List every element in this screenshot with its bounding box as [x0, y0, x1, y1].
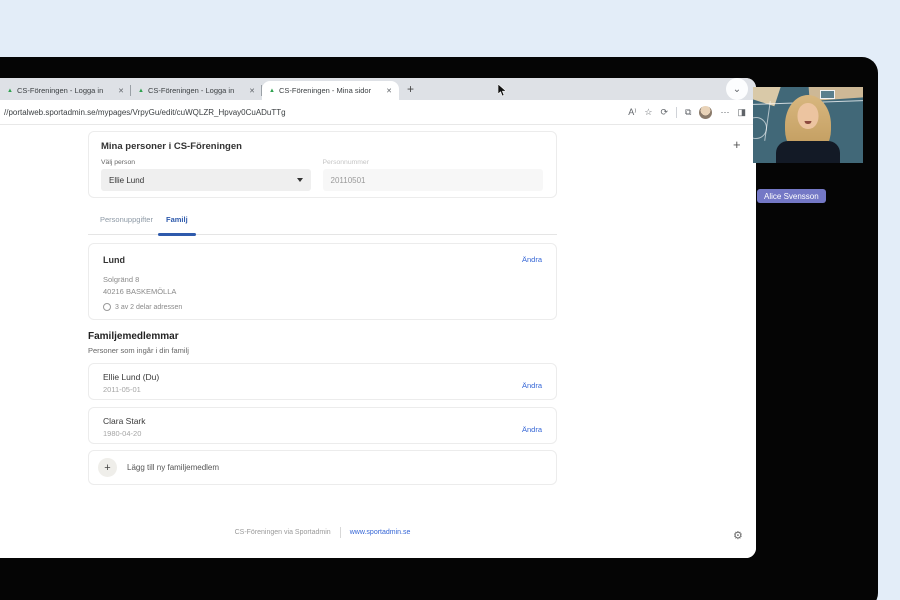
tab-title: CS-Föreningen - Mina sidor	[278, 86, 372, 95]
close-tab-icon[interactable]: ✕	[118, 87, 124, 95]
tab-login-2[interactable]: ▲ CS-Föreningen - Logga in ✕	[131, 81, 262, 100]
member-birthdate: 1980-04-20	[103, 429, 142, 438]
address-postal: 40216 BASKEMÖLLA	[103, 286, 177, 296]
select-person-label: Välj person	[101, 159, 136, 166]
sportadmin-link[interactable]: www.sportadmin.se	[350, 529, 411, 536]
desktop-background: ▲ CS-Föreningen - Logga in ✕ ▲ CS-Föreni…	[0, 0, 900, 600]
sidebar-icon[interactable]: ◨	[737, 107, 746, 117]
tab-familj[interactable]: Familj	[166, 215, 188, 224]
add-family-member-button[interactable]: + Lägg till ny familjemedlem	[88, 450, 557, 485]
shared-browser-window: ▲ CS-Föreningen - Logga in ✕ ▲ CS-Föreni…	[0, 78, 756, 558]
address-street: Solgränd 8	[103, 275, 140, 284]
close-tab-icon[interactable]: ✕	[249, 87, 255, 95]
zoom-in-control[interactable]: +	[733, 137, 741, 152]
sportadmin-favicon-icon: ▲	[7, 87, 13, 94]
shared-address-note: 3 av 2 delar adressen	[115, 303, 183, 311]
personnummer-label: Personnummer	[322, 159, 369, 166]
tab-list-chevron-button[interactable]: ⌄	[726, 78, 748, 100]
page-title: Mina personer i CS-Föreningen	[101, 141, 242, 152]
profile-avatar[interactable]	[699, 105, 713, 119]
tab-login-1[interactable]: ▲ CS-Föreningen - Logga in ✕	[0, 81, 131, 100]
participant-body	[776, 141, 840, 163]
video-call-window: ▲ CS-Föreningen - Logga in ✕ ▲ CS-Föreni…	[0, 57, 878, 600]
section-tabs: Personuppgifter Familj	[88, 215, 557, 236]
person-selector-card: Mina personer i CS-Föreningen Välj perso…	[88, 131, 557, 198]
gear-icon[interactable]: ⚙	[733, 529, 743, 542]
participant-name-tag: Alice Svensson	[757, 189, 826, 203]
edit-member-link[interactable]: Ändra	[522, 425, 542, 434]
tab-mina-sidor[interactable]: ▲ CS-Föreningen - Mina sidor ✕	[262, 81, 399, 100]
edit-address-link[interactable]: Ändra	[522, 255, 542, 265]
add-family-member-label: Lägg till ny familjemedlem	[127, 463, 220, 472]
chevron-down-icon	[297, 178, 303, 182]
sportadmin-favicon-icon: ▲	[269, 87, 275, 94]
browser-toolbar: A⁾ ☆ ⟳ ⧉ ⋯ ◨	[628, 105, 756, 119]
refresh-icon[interactable]: ⟳	[661, 107, 669, 117]
person-select-value: Ellie Lund	[109, 175, 145, 185]
collections-icon[interactable]: ⧉	[685, 107, 691, 117]
page-footer: CS-Föreningen via Sportadmin www.sportad…	[88, 527, 557, 538]
page-content: Mina personer i CS-Föreningen Välj perso…	[0, 125, 756, 558]
shared-address-icon	[103, 303, 111, 312]
browser-address-bar: //portalweb.sportadmin.se/mypages/VrpyGu…	[0, 100, 756, 125]
url-input[interactable]: //portalweb.sportadmin.se/mypages/VrpyGu…	[0, 108, 628, 117]
edit-member-link[interactable]: Ändra	[522, 381, 542, 390]
read-aloud-icon[interactable]: A⁾	[628, 107, 636, 117]
handball-goal	[820, 90, 835, 99]
family-member-row: Ellie Lund (Du) 2011-05-01 Ändra	[88, 363, 557, 400]
footer-divider	[339, 527, 341, 538]
new-tab-button[interactable]: +	[407, 80, 414, 98]
family-member-row: Clara Stark 1980-04-20 Ändra	[88, 407, 557, 444]
mouse-cursor	[497, 83, 507, 102]
family-members-subheading: Personer som ingår i din familj	[88, 346, 189, 355]
tab-title: CS-Föreningen - Logga in	[147, 86, 235, 95]
browser-tab-bar: ▲ CS-Föreningen - Logga in ✕ ▲ CS-Föreni…	[0, 78, 756, 100]
close-tab-icon[interactable]: ✕	[386, 87, 392, 95]
favorites-star-icon[interactable]: ☆	[644, 107, 652, 117]
address-family-name: Lund	[103, 255, 125, 265]
personnummer-field[interactable]: 20110501	[322, 169, 543, 191]
address-card: Lund Ändra Solgränd 8 40216 BASKEMÖLLA 3…	[88, 243, 557, 320]
footer-text: CS-Föreningen via Sportadmin	[234, 529, 331, 536]
member-name: Ellie Lund (Du)	[103, 372, 160, 382]
more-menu-icon[interactable]: ⋯	[720, 107, 729, 117]
tab-title: CS-Föreningen - Logga in	[16, 86, 104, 95]
tab-personuppgifter[interactable]: Personuppgifter	[100, 215, 153, 224]
participant-face	[797, 103, 819, 129]
family-members-heading: Familjemedlemmar	[88, 331, 179, 342]
plus-icon: +	[98, 458, 117, 477]
person-select[interactable]: Ellie Lund	[101, 169, 311, 191]
participant-video	[753, 87, 863, 163]
toolbar-divider	[676, 106, 678, 118]
sportadmin-favicon-icon: ▲	[138, 87, 144, 94]
personnummer-value: 20110501	[330, 175, 366, 185]
active-tab-underline	[158, 233, 196, 236]
member-birthdate: 2011-05-01	[103, 385, 141, 394]
member-name: Clara Stark	[103, 416, 146, 426]
